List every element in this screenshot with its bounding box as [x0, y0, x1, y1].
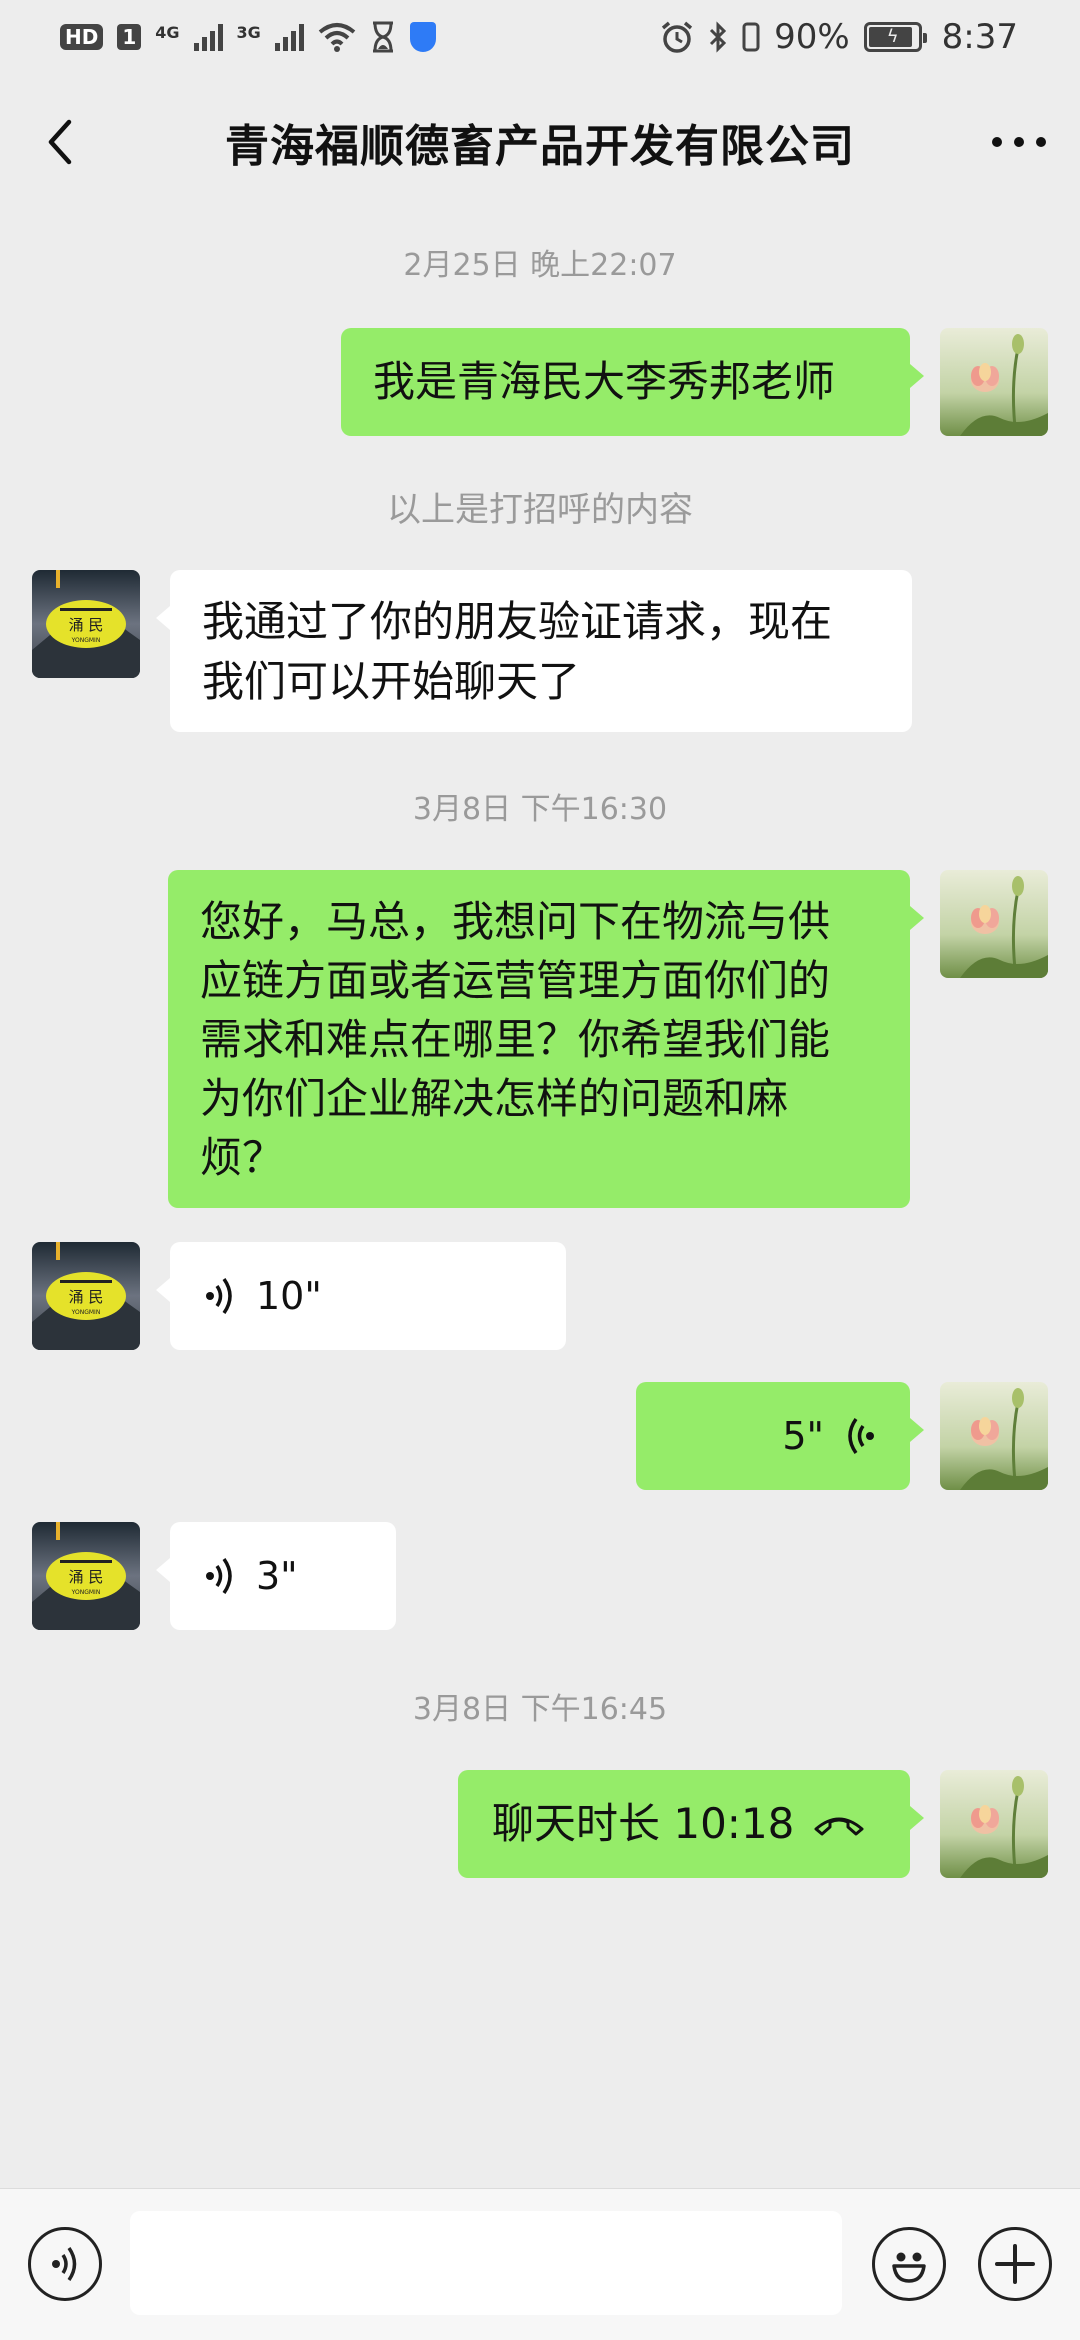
system-notice: 以上是打招呼的内容	[387, 490, 693, 530]
svg-text:涌 民: 涌 民	[69, 616, 104, 634]
network-type-label-2: 3G	[236, 23, 261, 42]
svg-text:涌 民: 涌 民	[69, 1568, 104, 1586]
hourglass-icon	[370, 17, 396, 57]
contact-avatar[interactable]: 涌 民 YONGMIN	[32, 570, 140, 678]
more-horizontal-icon	[992, 137, 1046, 147]
message-text-line: 应链方面或者运营管理方面你们的	[200, 956, 831, 1005]
chat-title: 青海福顺德畜产品开发有限公司	[225, 121, 855, 172]
timestamp: 3月8日 下午16:30	[412, 792, 668, 827]
battery-icon: ϟ	[863, 22, 927, 52]
signal-icon-2	[274, 23, 304, 51]
contact-message-bubble[interactable]: 我通过了你的朋友验证请求，现在 我们可以开始聊天了	[156, 570, 912, 732]
contact-avatar[interactable]: 涌 民 YONGMIN	[32, 1522, 140, 1630]
shield-icon	[409, 22, 436, 52]
my-avatar[interactable]	[940, 1382, 1048, 1490]
message-text-line: 我通过了你的朋友验证请求，现在	[202, 597, 833, 646]
timestamp: 2月25日 晚上22:07	[403, 248, 677, 283]
my-avatar[interactable]	[940, 870, 1048, 978]
svg-text:YONGMIN: YONGMIN	[71, 1589, 101, 1596]
voice-wave-icon	[206, 1557, 232, 1595]
chat-input-bar	[0, 2188, 1080, 2340]
emoji-button[interactable]	[872, 2227, 946, 2301]
timestamp: 3月8日 下午16:45	[412, 1692, 668, 1727]
message-text-line: 烦？	[200, 1133, 285, 1182]
my-avatar[interactable]	[940, 328, 1048, 436]
bluetooth-icon	[708, 17, 728, 57]
contact-avatar[interactable]: 涌 民 YONGMIN	[32, 1242, 140, 1350]
message-text-line: 需求和难点在哪里？你希望我们能	[200, 1015, 831, 1064]
battery-percent: 90%	[774, 17, 850, 57]
sim-badge: 1	[117, 24, 142, 50]
voice-mode-icon	[52, 2247, 77, 2281]
message-input[interactable]	[130, 2211, 842, 2315]
plus-button[interactable]	[978, 2227, 1052, 2301]
message-text-line: 我们可以开始聊天了	[202, 657, 581, 706]
voice-message-bubble[interactable]: 5"	[636, 1382, 924, 1490]
voice-duration: 3"	[256, 1554, 298, 1598]
more-button[interactable]	[984, 112, 1054, 172]
status-bar: HD 1 4G 3G 90% ϟ 8:37	[0, 0, 1080, 74]
emoji-icon	[892, 2252, 926, 2283]
voice-message-bubble[interactable]: 3"	[156, 1522, 396, 1630]
plus-icon	[995, 2244, 1035, 2284]
hd-badge: HD	[60, 24, 104, 50]
back-button[interactable]	[30, 112, 90, 172]
clock: 8:37	[941, 17, 1018, 57]
message-text-line: 您好，马总，我想问下在物流与供	[200, 897, 831, 946]
phone-hangup-icon	[814, 1817, 864, 1836]
voice-message-bubble[interactable]: 10"	[156, 1242, 566, 1350]
my-avatar[interactable]	[940, 1770, 1048, 1878]
vibrate-icon	[742, 17, 760, 57]
voice-duration: 10"	[256, 1274, 322, 1318]
status-left: HD 1 4G 3G	[60, 17, 436, 57]
call-record-bubble[interactable]: 聊天时长 10:18	[458, 1770, 924, 1878]
my-message-bubble[interactable]: 我是青海民大李秀邦老师	[341, 328, 924, 436]
message-text-line: 为你们企业解决怎样的问题和麻	[200, 1074, 789, 1123]
call-duration-text: 聊天时长 10:18	[492, 1799, 795, 1848]
voice-wave-icon	[848, 1417, 874, 1455]
svg-text:涌 民: 涌 民	[69, 1288, 104, 1306]
alarm-icon	[660, 17, 694, 57]
chat-header: 青海福顺德畜产品开发有限公司	[0, 74, 1080, 210]
chevron-left-icon	[48, 119, 72, 165]
svg-text:YONGMIN: YONGMIN	[71, 1309, 101, 1316]
network-type-label: 4G	[155, 23, 180, 42]
message-text: 我是青海民大李秀邦老师	[373, 357, 836, 406]
svg-text:YONGMIN: YONGMIN	[71, 637, 101, 644]
my-message-bubble[interactable]: 您好，马总，我想问下在物流与供 应链方面或者运营管理方面你们的 需求和难点在哪里…	[168, 870, 924, 1208]
status-right: 90% ϟ 8:37	[660, 17, 1018, 57]
voice-duration: 5"	[782, 1414, 824, 1458]
voice-mode-button[interactable]	[28, 2227, 102, 2301]
voice-wave-icon	[206, 1277, 232, 1315]
signal-icon	[193, 23, 223, 51]
wifi-icon	[318, 17, 356, 57]
